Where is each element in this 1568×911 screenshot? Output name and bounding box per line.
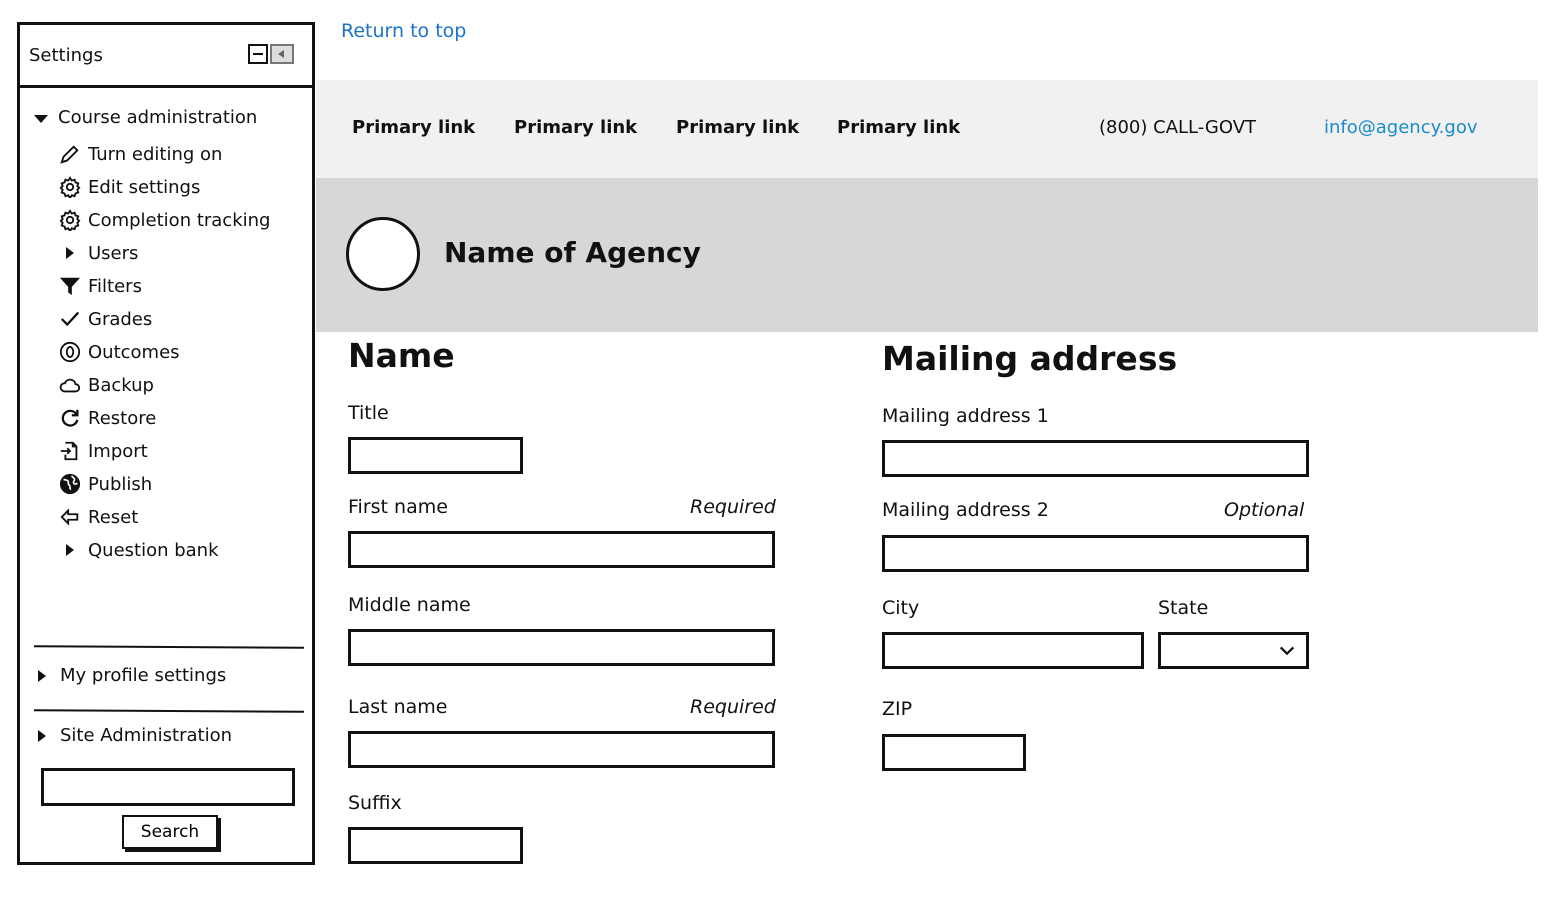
menu-item-label: Completion tracking <box>88 209 271 231</box>
filter-icon <box>58 274 82 298</box>
title-label: Title <box>348 402 389 424</box>
settings-header: Settings <box>20 25 312 88</box>
caret-right-icon <box>38 669 46 682</box>
phone-number: (800) CALL-GOVT <box>1099 117 1257 138</box>
last-name-label: Last name <box>348 696 448 718</box>
mailing-address-1-label: Mailing address 1 <box>882 405 1049 427</box>
suffix-input[interactable] <box>348 827 523 864</box>
zip-label: ZIP <box>882 698 913 720</box>
mailing-address-1-input[interactable] <box>882 440 1309 477</box>
menu-item-reset[interactable]: Reset <box>58 504 138 530</box>
city-input[interactable] <box>882 632 1144 669</box>
menu-item-label: Outcomes <box>88 341 180 363</box>
divider <box>33 709 305 713</box>
menu-item-label: Import <box>88 440 148 462</box>
site-administration-toggle[interactable]: Site Administration <box>38 725 232 746</box>
menu-item-edit-settings[interactable]: Edit settings <box>58 174 200 200</box>
menu-item-label: Users <box>88 242 139 264</box>
settings-panel: Settings Course administration Turn edit… <box>17 22 315 865</box>
search-button[interactable]: Search <box>122 815 218 849</box>
first-name-required-hint: Required <box>690 496 776 518</box>
menu-item-import[interactable]: Import <box>58 438 148 464</box>
menu-item-restore[interactable]: Restore <box>58 405 156 431</box>
caret-down-icon <box>34 114 48 123</box>
primary-link-3[interactable]: Primary link <box>676 117 799 138</box>
return-to-top-link[interactable]: Return to top <box>341 20 466 42</box>
course-admin-toggle[interactable]: Course administration <box>34 107 257 128</box>
agency-name: Name of Agency <box>444 236 701 269</box>
primary-link-2[interactable]: Primary link <box>514 117 637 138</box>
menu-item-users[interactable]: Users <box>58 240 138 266</box>
gear-icon <box>58 208 82 232</box>
my-profile-settings-toggle[interactable]: My profile settings <box>38 665 226 686</box>
settings-header-controls <box>248 44 294 64</box>
suffix-label: Suffix <box>348 792 402 814</box>
collapse-icon[interactable] <box>248 44 268 64</box>
menu-item-filters[interactable]: Filters <box>58 273 142 299</box>
menu-item-backup[interactable]: Backup <box>58 372 154 398</box>
divider <box>33 645 305 649</box>
reset-arrow-icon <box>58 505 82 529</box>
primary-link-4[interactable]: Primary link <box>837 117 960 138</box>
mailing-address-heading: Mailing address <box>882 339 1178 378</box>
state-select[interactable] <box>1158 632 1309 669</box>
caret-right-icon <box>58 241 82 265</box>
settings-search-input[interactable] <box>41 768 295 806</box>
pencil-icon <box>58 142 82 166</box>
mailing-address-2-label: Mailing address 2 <box>882 499 1049 521</box>
cloud-icon <box>58 373 82 397</box>
first-name-input[interactable] <box>348 531 775 568</box>
zip-input[interactable] <box>882 734 1026 771</box>
site-administration-label: Site Administration <box>60 725 232 746</box>
menu-item-label: Filters <box>88 275 142 297</box>
menu-item-label: Question bank <box>88 539 219 561</box>
settings-title: Settings <box>29 44 103 66</box>
my-profile-settings-label: My profile settings <box>60 665 227 686</box>
caret-right-icon <box>58 538 82 562</box>
import-icon <box>58 439 82 463</box>
last-name-required-hint: Required <box>690 696 776 718</box>
menu-item-label: Edit settings <box>88 176 201 198</box>
email-link[interactable]: info@agency.gov <box>1324 117 1478 138</box>
menu-item-label: Reset <box>88 506 139 528</box>
menu-item-question-bank[interactable]: Question bank <box>58 537 219 563</box>
menu-item-label: Turn editing on <box>88 143 223 165</box>
menu-item-outcomes[interactable]: Outcomes <box>58 339 180 365</box>
menu-item-label: Backup <box>88 374 154 396</box>
menu-item-label: Restore <box>88 407 157 429</box>
mailing-address-2-optional-hint: Optional <box>1224 499 1305 521</box>
menu-item-turn-editing-on[interactable]: Turn editing on <box>58 141 222 167</box>
last-name-input[interactable] <box>348 731 775 768</box>
menu-item-publish[interactable]: Publish <box>58 471 152 497</box>
first-name-label: First name <box>348 496 448 518</box>
name-section-heading: Name <box>348 336 455 375</box>
middle-name-input[interactable] <box>348 629 775 666</box>
menu-item-label: Publish <box>88 473 153 495</box>
caret-right-icon <box>38 729 46 742</box>
menu-item-label: Grades <box>88 308 153 330</box>
state-label: State <box>1158 597 1209 619</box>
city-label: City <box>882 597 920 619</box>
primary-link-1[interactable]: Primary link <box>352 117 475 138</box>
title-input[interactable] <box>348 437 523 474</box>
chevron-down-icon <box>1279 646 1295 656</box>
middle-name-label: Middle name <box>348 594 471 616</box>
course-admin-label: Course administration <box>58 107 258 128</box>
primary-nav-bar: Primary link Primary link Primary link P… <box>316 80 1538 178</box>
agency-logo <box>346 217 420 291</box>
menu-item-completion-tracking[interactable]: Completion tracking <box>58 207 270 233</box>
globe-icon <box>58 472 82 496</box>
mailing-address-2-input[interactable] <box>882 535 1309 572</box>
menu-item-grades[interactable]: Grades <box>58 306 152 332</box>
gear-icon <box>58 175 82 199</box>
checkmark-icon <box>58 307 82 331</box>
dock-icon[interactable] <box>270 44 294 64</box>
restore-icon <box>58 406 82 430</box>
agency-banner: Name of Agency <box>316 178 1538 332</box>
outcomes-icon <box>58 340 82 364</box>
